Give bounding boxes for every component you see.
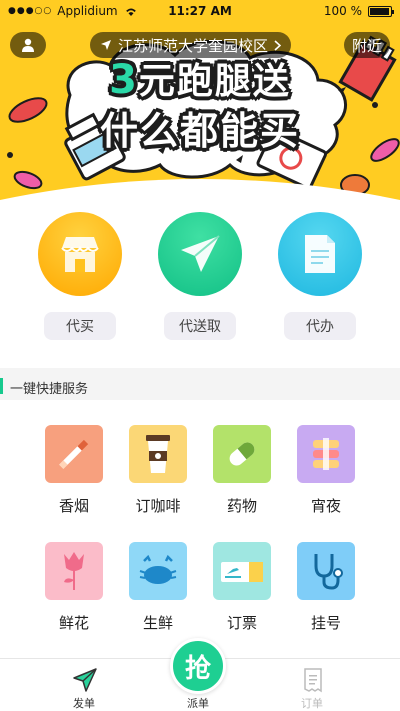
quick-item-fresh-food[interactable]: 生鲜 — [116, 542, 200, 633]
service-deliver[interactable]: 代送取 — [140, 212, 260, 340]
tab-orders-label: 订单 — [301, 697, 323, 710]
tab-dispatch-label: 派单 — [187, 697, 209, 710]
banner[interactable]: ●●●○○ Applidium 11:27 AM 100 % 江苏师范大学奎园校… — [0, 0, 400, 200]
pager-dot-active — [182, 160, 202, 164]
quick-item-label: 订咖啡 — [135, 497, 181, 515]
section-title: 一键快捷服务 — [10, 382, 89, 397]
quick-item-label: 生鲜 — [142, 614, 173, 632]
quick-item-night-snack[interactable]: 宵夜 — [284, 425, 368, 516]
quick-item-label: 鲜花 — [58, 614, 89, 632]
quick-services-header: 一键快捷服务 — [0, 374, 400, 398]
night-snack-icon[interactable] — [297, 425, 355, 483]
banner-slogan-line2: 什么都能买 — [99, 109, 300, 153]
service-deliver-label[interactable]: 代送取 — [164, 312, 236, 340]
quick-item-cigarette[interactable]: 香烟 — [32, 425, 116, 516]
navigation-arrow-icon — [101, 40, 111, 50]
user-icon — [22, 38, 34, 52]
grab-order-button[interactable]: 抢 — [170, 638, 226, 694]
service-deliver-circle[interactable] — [158, 212, 242, 296]
flower-icon[interactable] — [45, 542, 103, 600]
slogan-number: 3 — [109, 57, 139, 103]
cigarette-icon[interactable] — [45, 425, 103, 483]
coffee-icon[interactable] — [129, 425, 187, 483]
service-buy-label[interactable]: 代买 — [44, 312, 116, 340]
slogan-text-1: 元跑腿送 — [138, 61, 291, 102]
quick-item-label: 药物 — [226, 497, 257, 515]
battery-icon — [368, 5, 394, 17]
chevron-right-icon — [274, 39, 282, 51]
paper-plane-icon — [73, 668, 97, 692]
quick-item-coffee[interactable]: 订咖啡 — [116, 425, 200, 516]
service-errand-circle[interactable] — [278, 212, 362, 296]
quick-services-grid: 香烟 订咖啡 药物 宵夜 鲜花 生鲜 订票 挂号 — [0, 400, 400, 658]
quick-item-label: 香烟 — [58, 497, 89, 515]
tab-send[interactable]: 发单 — [44, 659, 124, 711]
quick-item-label: 挂号 — [310, 614, 341, 632]
document-icon — [305, 235, 335, 273]
banner-pager — [0, 160, 400, 164]
banner-slogan-line1: 3元跑腿送 — [0, 52, 400, 104]
pager-dot — [208, 160, 218, 164]
main-services: 代买 代送取 代办 — [0, 200, 400, 368]
quick-item-flowers[interactable]: 鲜花 — [32, 542, 116, 633]
receipt-icon — [304, 668, 322, 693]
service-errand-label[interactable]: 代办 — [284, 312, 356, 340]
pill-icon[interactable] — [213, 425, 271, 483]
section-accent-bar — [0, 378, 3, 394]
quick-item-medicine[interactable]: 药物 — [200, 425, 284, 516]
quick-item-label: 宵夜 — [310, 497, 341, 515]
store-icon — [61, 237, 99, 272]
tab-orders[interactable]: 订单 — [272, 659, 352, 711]
quick-item-tickets[interactable]: 订票 — [200, 542, 284, 633]
status-bar: ●●●○○ Applidium 11:27 AM 100 % — [0, 0, 400, 22]
stethoscope-icon[interactable] — [297, 542, 355, 600]
service-errand[interactable]: 代办 — [260, 212, 380, 340]
quick-item-registration[interactable]: 挂号 — [284, 542, 368, 633]
tab-send-label: 发单 — [73, 697, 95, 710]
crab-icon[interactable] — [129, 542, 187, 600]
paper-plane-icon — [181, 235, 220, 272]
service-buy-circle[interactable] — [38, 212, 122, 296]
ticket-icon[interactable] — [213, 542, 271, 600]
quick-item-label: 订票 — [226, 614, 257, 632]
service-buy[interactable]: 代买 — [20, 212, 140, 340]
banner-curve — [0, 179, 400, 200]
battery-level: 100 % — [323, 4, 362, 18]
